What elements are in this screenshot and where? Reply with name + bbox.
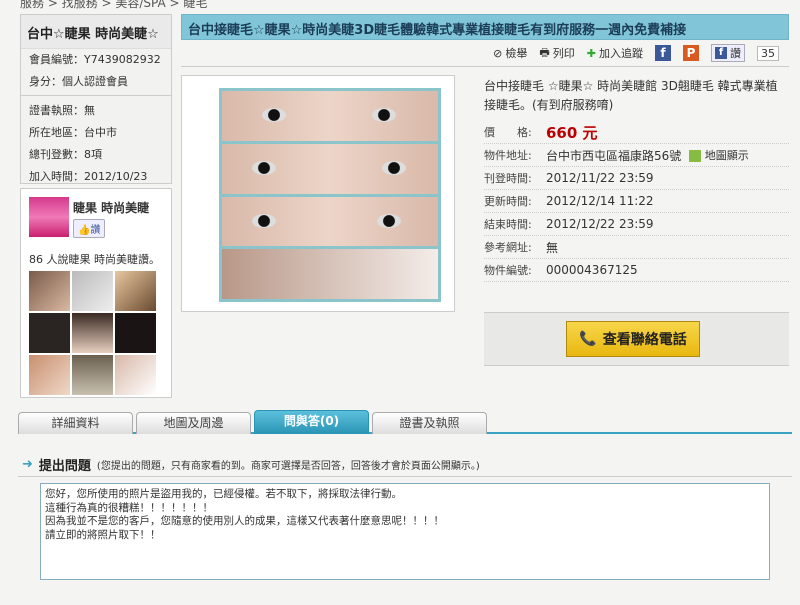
like-count: 35 — [757, 45, 779, 61]
divider — [21, 95, 171, 96]
listing-image-box — [181, 75, 455, 312]
question-textarea[interactable]: 您好，您所使用的照片是盜用我的，已經侵權。若不取下，將採取法律行動。 這種行為真… — [40, 483, 770, 580]
fb-like-count: 86 人說睫果 時尚美睫讚。 — [29, 253, 160, 266]
info-row-price: 價 格: 660 元 — [484, 121, 789, 144]
member-joined: 加入時間：2012/10/23 — [29, 170, 148, 183]
add-icon: ✚ — [586, 46, 596, 60]
call-area: 📞 查看聯絡電話 — [484, 312, 789, 366]
fan-faces — [29, 271, 156, 395]
map-icon — [689, 150, 702, 162]
info-row-id: 物件編號: 000004367125 — [484, 259, 789, 282]
arrow-right-icon: ➜ — [22, 457, 33, 472]
tab-qa[interactable]: 問與答(0) — [254, 410, 369, 434]
fb-like-button[interactable]: 👍讚 — [73, 219, 106, 238]
tab-details[interactable]: 詳細資料 — [18, 412, 133, 434]
map-link[interactable]: 地圖顯示 — [689, 147, 749, 163]
member-id: 會員編號：Y7439082932 — [29, 53, 161, 66]
facebook-share-icon[interactable]: f — [655, 45, 671, 61]
tab-bar: 詳細資料 地圖及周邊 問與答(0) 證書及執照 — [18, 410, 792, 434]
fan-avatar[interactable] — [29, 313, 70, 353]
printer-icon: 🖶 — [539, 45, 550, 59]
fan-avatar[interactable] — [72, 313, 113, 353]
info-row-updated: 更新時間: 2012/12/14 11:22 — [484, 190, 789, 213]
fan-avatar[interactable] — [115, 313, 156, 353]
info-row-ends: 結束時間: 2012/12/22 23:59 — [484, 213, 789, 236]
fan-avatar[interactable] — [72, 271, 113, 311]
thumbs-up-icon: 👍 — [78, 225, 91, 236]
listing-title: 台中接睫毛☆睫果☆時尚美睫3D睫毛體驗韓式專業植接睫毛有到府服務一週內免費補接 — [181, 14, 789, 40]
member-license: 證書執照：無 — [29, 104, 95, 117]
price: 660 元 — [546, 123, 598, 142]
toolbar: ⊘ 檢舉 🖶 列印 ✚ 加入追蹤 f P f讚 35 — [181, 40, 789, 67]
ban-icon: ⊘ — [493, 46, 503, 60]
view-phone-button[interactable]: 📞 查看聯絡電話 — [566, 321, 700, 357]
fb-page-thumbnail[interactable] — [29, 197, 69, 237]
fan-avatar[interactable] — [115, 355, 156, 395]
listing-description: 台中接睫毛 ☆睫果☆ 時尚美睫館 3D翹睫毛 韓式專業植接睫毛。(有到府服務唷) — [484, 79, 778, 112]
facebook-icon: f — [715, 47, 727, 59]
plurk-share-icon[interactable]: P — [683, 45, 699, 61]
info-row-posted: 刊登時間: 2012/11/22 23:59 — [484, 167, 789, 190]
fb-page-name[interactable]: 睫果 時尚美睫 — [73, 199, 149, 216]
info-row-url: 參考網址: 無 — [484, 236, 789, 259]
track-button[interactable]: ✚ 加入追蹤 — [587, 45, 643, 61]
facebook-like-box: 睫果 時尚美睫 👍讚 86 人說睫果 時尚美睫讚。 — [20, 188, 172, 398]
divider — [18, 476, 792, 477]
member-name[interactable]: 台中☆睫果 時尚美睫☆ — [21, 15, 171, 49]
member-count: 總刊登數：8項 — [29, 148, 102, 161]
question-heading: ➜ 提出問題 (您提出的問題，只有商家看的到。商家可選擇是否回答，回答後才會於頁… — [22, 457, 480, 474]
breadcrumb[interactable]: 服務 > 找服務 > 美容/SPA > 睫毛 — [20, 0, 207, 11]
phone-icon: 📞 — [579, 331, 597, 347]
tab-certificates[interactable]: 證書及執照 — [372, 412, 487, 434]
listing-photo[interactable] — [219, 88, 441, 302]
print-button[interactable]: 🖶 列印 — [539, 44, 574, 63]
member-area: 所在地區：台中市 — [29, 126, 117, 139]
member-identity: 身分：個人認證會員 — [29, 75, 128, 88]
listing-info: 台中接睫毛 ☆睫果☆ 時尚美睫館 3D翹睫毛 韓式專業植接睫毛。(有到府服務唷)… — [484, 75, 789, 282]
fan-avatar[interactable] — [29, 271, 70, 311]
member-card: 台中☆睫果 時尚美睫☆ 會員編號：Y7439082932 身分：個人認證會員 證… — [20, 14, 172, 184]
fb-like-toolbar-button[interactable]: f讚 — [711, 44, 745, 62]
report-button[interactable]: ⊘ 檢舉 — [493, 45, 527, 61]
tab-map[interactable]: 地圖及周邊 — [136, 412, 251, 434]
info-row-address: 物件地址: 台中市西屯區福康路56號 地圖顯示 — [484, 144, 789, 167]
fan-avatar[interactable] — [115, 271, 156, 311]
fan-avatar[interactable] — [29, 355, 70, 395]
fan-avatar[interactable] — [72, 355, 113, 395]
